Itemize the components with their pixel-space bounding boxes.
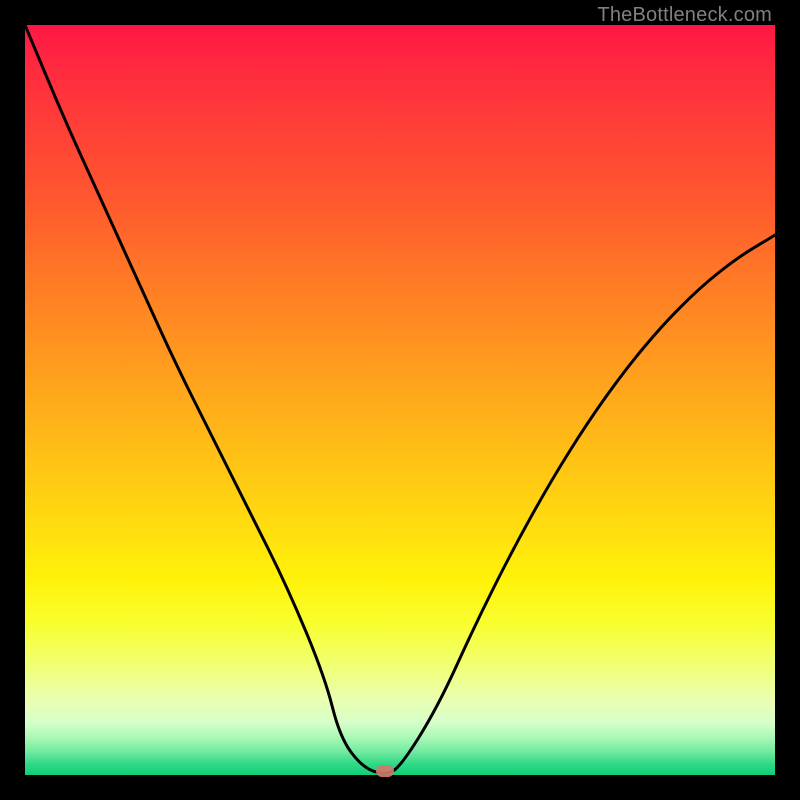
chart-frame: TheBottleneck.com (0, 0, 800, 800)
watermark-text: TheBottleneck.com (597, 4, 772, 27)
bottleneck-curve (25, 25, 775, 775)
plot-area (25, 25, 775, 775)
optimum-marker (376, 765, 394, 777)
